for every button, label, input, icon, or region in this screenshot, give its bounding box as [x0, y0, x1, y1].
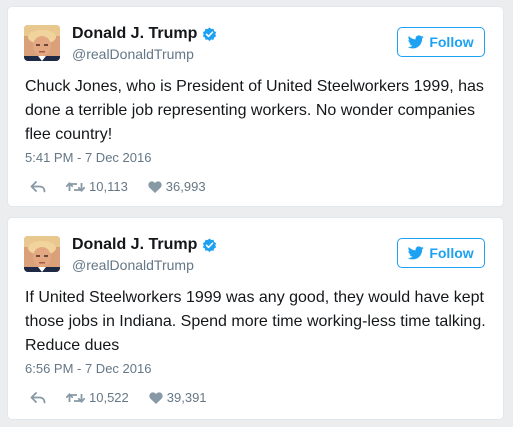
like-button[interactable]: 36,993 [148, 179, 206, 194]
follow-label: Follow [429, 245, 474, 261]
like-count: 39,391 [166, 390, 207, 405]
twitter-bird-icon [408, 246, 425, 260]
like-button[interactable]: 39,391 [149, 390, 207, 405]
tweet-timestamp[interactable]: 6:56 PM - 7 Dec 2016 [25, 361, 151, 376]
retweet-count: 10,113 [89, 179, 128, 194]
author-block[interactable]: Donald J. Trump @realDonaldTrump [72, 234, 217, 273]
verified-badge-icon [203, 26, 217, 41]
retweet-button[interactable]: 10,113 [66, 179, 128, 194]
follow-button[interactable]: Follow [397, 238, 485, 268]
heart-icon [148, 180, 162, 193]
tweet-actions: 10,522 39,391 [30, 390, 207, 405]
tweet-actions: 10,113 36,993 [30, 179, 206, 194]
tweet-card: Donald J. Trump @realDonaldTrump Follow … [7, 6, 504, 207]
retweet-icon [66, 392, 85, 403]
author-block[interactable]: Donald J. Trump @realDonaldTrump [72, 23, 217, 62]
tweet-card: Donald J. Trump @realDonaldTrump Follow … [7, 217, 504, 420]
retweet-icon [66, 181, 85, 192]
avatar[interactable] [24, 25, 60, 61]
twitter-bird-icon [408, 35, 425, 49]
author-handle[interactable]: @realDonaldTrump [72, 46, 217, 62]
heart-icon [149, 391, 163, 404]
follow-label: Follow [429, 34, 474, 50]
retweet-button[interactable]: 10,522 [66, 390, 129, 405]
author-name[interactable]: Donald J. Trump [72, 25, 197, 43]
follow-button[interactable]: Follow [397, 27, 485, 57]
reply-button[interactable] [30, 391, 46, 404]
author-name[interactable]: Donald J. Trump [72, 236, 197, 254]
tweet-text: If United Steelworkers 1999 was any good… [25, 289, 486, 354]
avatar[interactable] [24, 236, 60, 272]
reply-button[interactable] [30, 180, 46, 193]
verified-badge-icon [203, 237, 217, 252]
tweet-text: Chuck Jones, who is President of United … [25, 78, 484, 143]
reply-icon [30, 391, 46, 403]
tweet-timestamp[interactable]: 5:41 PM - 7 Dec 2016 [25, 150, 151, 165]
like-count: 36,993 [165, 179, 206, 194]
retweet-count: 10,522 [89, 390, 129, 405]
reply-icon [30, 180, 46, 192]
author-handle[interactable]: @realDonaldTrump [72, 257, 217, 273]
